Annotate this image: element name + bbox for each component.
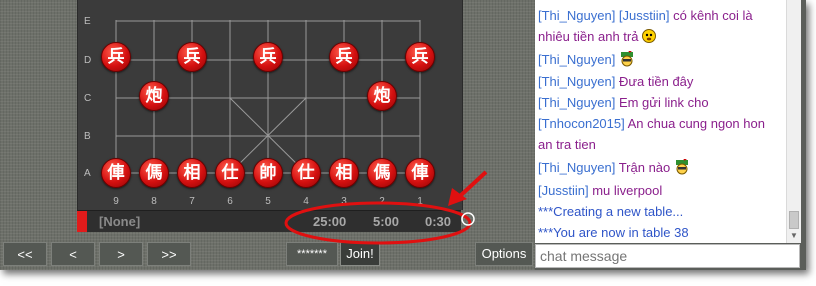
last-move-button[interactable]: >> xyxy=(147,242,191,266)
game-panel: E D C B A 9 8 7 6 5 4 3 2 1 兵 兵 兵 兵 兵 炮 … xyxy=(0,0,535,270)
join-button[interactable]: Join! xyxy=(340,242,380,266)
chat-line: [Tnhocon2015] An chua cung ngon hon xyxy=(538,116,765,131)
chat-line: [Thi_Nguyen] Em gửi link cho xyxy=(538,95,709,110)
piece-cannon[interactable]: 炮 xyxy=(367,81,397,111)
piece-advisor[interactable]: 仕 xyxy=(215,158,245,188)
col-label-3: 3 xyxy=(341,196,347,207)
row-label-e: E xyxy=(84,16,91,27)
piece-elephant[interactable]: 相 xyxy=(329,158,359,188)
table-password-field[interactable]: ******* xyxy=(286,242,338,266)
chat-line: [Thi_Nguyen] xyxy=(538,49,635,70)
money-face-emoji-icon xyxy=(642,29,657,43)
chat-scrollbar[interactable]: ▼ xyxy=(786,0,801,243)
piece-soldier[interactable]: 兵 xyxy=(101,42,131,72)
timer-byo: 0:30 xyxy=(425,214,452,229)
next-move-button[interactable]: > xyxy=(99,242,143,266)
chat-line: an tra tien xyxy=(538,137,596,152)
chat-line: ***You are now in table 38 xyxy=(538,225,689,240)
col-label-9: 9 xyxy=(113,196,119,207)
soldier-emoji-icon xyxy=(620,51,633,67)
app-window: E D C B A 9 8 7 6 5 4 3 2 1 兵 兵 兵 兵 兵 炮 … xyxy=(0,0,806,270)
scrollbar-thumb[interactable] xyxy=(789,211,799,229)
row-label-d: D xyxy=(84,55,92,66)
prev-move-button[interactable]: < xyxy=(51,242,95,266)
col-label-8: 8 xyxy=(151,196,157,207)
timer-total: 25:00 xyxy=(313,214,347,229)
chat-message-input[interactable] xyxy=(535,244,800,268)
chat-line: [Thi_Nguyen] [Jusstiin] có kênh coi là xyxy=(538,8,753,23)
piece-soldier[interactable]: 兵 xyxy=(329,42,359,72)
chat-line: [Thi_Nguyen] Trận nào xyxy=(538,157,690,178)
col-label-4: 4 xyxy=(303,196,309,207)
chat-line: ***Creating a new table... xyxy=(538,204,684,219)
col-label-7: 7 xyxy=(189,196,195,207)
piece-cannon[interactable]: 炮 xyxy=(139,81,169,111)
annotation-arrow-line xyxy=(458,170,488,198)
row-label-a: A xyxy=(84,168,91,179)
row-label-b: B xyxy=(84,131,91,142)
col-label-6: 6 xyxy=(227,196,233,207)
control-bar: << < > >> ******* Join! Options xyxy=(0,239,535,270)
player-color-marker xyxy=(77,211,87,232)
col-label-5: 5 xyxy=(265,196,271,207)
first-move-button[interactable]: << xyxy=(3,242,47,266)
xiangqi-board[interactable]: E D C B A 9 8 7 6 5 4 3 2 1 兵 兵 兵 兵 兵 炮 … xyxy=(77,0,463,210)
row-label-c: C xyxy=(84,93,92,104)
piece-soldier[interactable]: 兵 xyxy=(177,42,207,72)
piece-chariot[interactable]: 俥 xyxy=(405,158,435,188)
col-label-1: 1 xyxy=(417,196,423,207)
chat-line: nhiêu tiền anh trả xyxy=(538,26,657,47)
piece-soldier[interactable]: 兵 xyxy=(405,42,435,72)
piece-chariot[interactable]: 俥 xyxy=(101,158,131,188)
piece-horse[interactable]: 傌 xyxy=(367,158,397,188)
piece-horse[interactable]: 傌 xyxy=(139,158,169,188)
piece-general[interactable]: 帥 xyxy=(253,158,283,188)
player-status-bar: [None] 25:00 5:00 0:30 xyxy=(77,210,461,232)
player-name: [None] xyxy=(99,214,141,229)
scroll-down-icon[interactable]: ▼ xyxy=(790,231,798,240)
piece-elephant[interactable]: 相 xyxy=(177,158,207,188)
chat-line: [Thi_Nguyen] Đưa tiền đây xyxy=(538,74,694,89)
chat-line: [Jusstiin] mu liverpool xyxy=(538,183,663,198)
piece-advisor[interactable]: 仕 xyxy=(291,158,321,188)
options-button[interactable]: Options xyxy=(475,242,533,266)
chat-log: [Thi_Nguyen] [Jusstiin] có kênh coi là n… xyxy=(535,0,786,243)
soldier-emoji-icon xyxy=(675,159,688,175)
timer-move: 5:00 xyxy=(373,214,400,229)
piece-soldier[interactable]: 兵 xyxy=(253,42,283,72)
col-label-2: 2 xyxy=(379,196,385,207)
